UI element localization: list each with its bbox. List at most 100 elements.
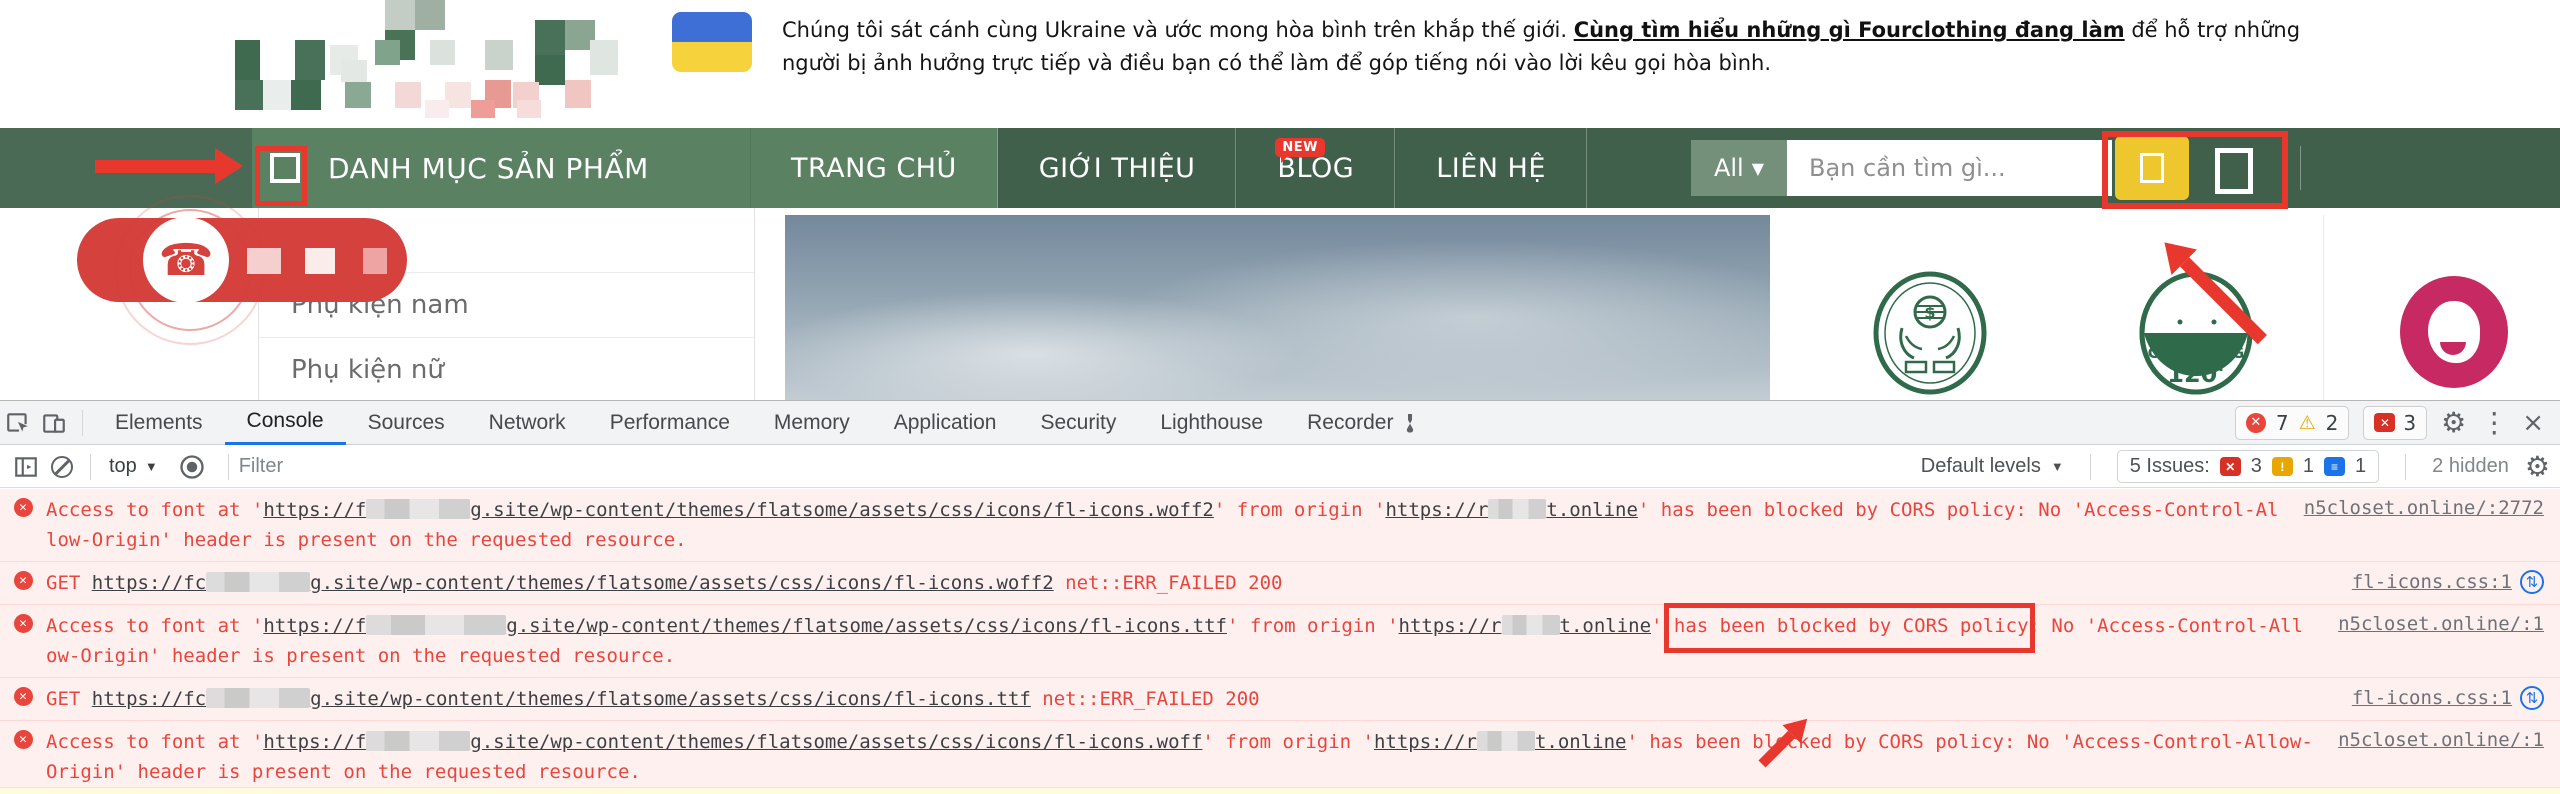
search-scope-dropdown[interactable]: All ▼ <box>1691 140 1787 196</box>
flask-icon <box>1407 413 1414 432</box>
hidden-messages-count: 2 hidden <box>2432 455 2509 477</box>
error-icon: ✕ <box>0 684 46 706</box>
menu-item-1[interactable]: Phụ kiện nữ <box>259 338 754 403</box>
console-url-link[interactable]: https://r <box>1385 499 1488 521</box>
issues-label: 5 Issues: <box>2129 455 2210 477</box>
tab-security[interactable]: Security <box>1018 401 1138 445</box>
console-url-link[interactable]: https://r <box>1399 615 1502 637</box>
tab-application[interactable]: Application <box>872 401 1019 445</box>
redacted-logo <box>235 0 618 118</box>
money-back-badge-icon: $ <box>1873 271 1987 395</box>
tab-network[interactable]: Network <box>467 401 588 445</box>
devtools-tabs: Elements Console Sources Network Performance… <box>93 401 1441 445</box>
console-context-dropdown[interactable]: top ▼ <box>101 455 166 478</box>
tab-console[interactable]: Console <box>224 401 346 445</box>
console-url-link[interactable]: t.online <box>1535 731 1627 753</box>
catalog-label: DANH MỤC SẢN PHẨM <box>328 151 649 185</box>
console-filter-input[interactable] <box>238 449 1809 484</box>
nav-item-2[interactable]: NEW BLOG <box>1236 128 1396 208</box>
console-row-4: ✕ Access to font at 'https://f g.site/wp-c… <box>0 720 2560 793</box>
chat-bubble-icon <box>2428 301 2480 363</box>
broken-cart-icon[interactable] <box>2215 148 2253 194</box>
toolbar-divider <box>82 409 83 436</box>
hero-banner-image[interactable] <box>785 215 1770 400</box>
console-url-link[interactable]: t.online <box>1546 499 1638 521</box>
devtools-settings-icon[interactable]: ⚙ <box>2441 408 2466 437</box>
console-row-3: ✕ GET https://fc g.site/wp-content/themes/… <box>0 677 2560 720</box>
console-url-link[interactable]: t.online <box>1560 615 1652 637</box>
delivery-120-badge-icon: GIAO HÀNG 120' <box>2139 271 2253 395</box>
error-icon: ✕ <box>0 568 46 590</box>
nav-item-0[interactable]: TRANG CHỦ <box>750 128 998 208</box>
source-link[interactable]: n5closet.online/:1 <box>2338 613 2544 635</box>
issues-badge[interactable]: ✕ 3 <box>2363 405 2428 440</box>
console-source: n5closet.online/:2772 <box>2304 495 2560 519</box>
nav-item-1[interactable]: GIỚI THIỆU <box>997 128 1237 208</box>
phone-contact-button[interactable]: ☎ <box>77 195 407 345</box>
issue-error-count: 3 <box>2250 455 2262 477</box>
redacted-phone-number <box>305 248 335 274</box>
issue-warning-icon: ! <box>2271 457 2293 476</box>
console-context-value: top <box>109 455 137 477</box>
nav-item-3[interactable]: LIÊN HỆ <box>1395 128 1587 208</box>
console-sidebar-icon[interactable] <box>8 454 44 480</box>
log-levels-value: Default levels <box>1920 455 2041 477</box>
error-count: 7 <box>2275 410 2289 435</box>
console-row-0: ✕ Access to font at 'https://f g.site/wp-c… <box>0 489 2560 561</box>
navbar-left-block <box>0 128 252 208</box>
tab-performance[interactable]: Performance <box>588 401 752 445</box>
console-url-link[interactable]: https://r <box>1374 731 1477 753</box>
tab-sources[interactable]: Sources <box>346 401 467 445</box>
source-link[interactable]: fl-icons.css:1 <box>2352 571 2512 593</box>
source-link[interactable]: fl-icons.css:1 <box>2352 687 2512 709</box>
console-url-link[interactable]: https://f <box>263 499 366 521</box>
search-input[interactable] <box>1787 140 2112 196</box>
console-url-link[interactable]: g.site/wp-content/themes/flatsome/assets… <box>470 499 1214 521</box>
initiator-chain-icon[interactable]: ⇅ <box>2520 570 2544 594</box>
console-url-link[interactable]: https://fc <box>92 688 206 710</box>
redacted-text <box>366 731 471 751</box>
nav-item-label: TRANG CHỦ <box>791 152 957 184</box>
banner-link[interactable]: Cùng tìm hiểu những gì Fourclothing đang… <box>1574 18 2125 42</box>
tab-lighthouse[interactable]: Lighthouse <box>1138 401 1285 445</box>
console-error-warning-badge[interactable]: ✕ 7 ⚠ 2 <box>2234 405 2350 440</box>
tab-label: Sources <box>367 410 445 434</box>
devtools-close-icon[interactable]: × <box>2522 410 2544 436</box>
console-source: fl-icons.css:1 ⇅ <box>2352 684 2560 710</box>
console-url-link[interactable]: g.site/wp-content/themes/flatsome/assets… <box>310 572 1054 594</box>
device-toolbar-icon[interactable] <box>36 410 72 436</box>
new-badge: NEW <box>1275 138 1326 163</box>
log-levels-dropdown[interactable]: Default levels ▼ <box>1921 455 2064 478</box>
issue-info-count: 1 <box>2355 455 2367 477</box>
issue-info-icon: ≡ <box>2324 457 2346 476</box>
annotation-box-cors-text: has been blocked by CORS policy <box>1673 615 2029 637</box>
console-settings-icon[interactable]: ⚙ <box>2525 452 2550 481</box>
chat-widget-button[interactable] <box>2400 276 2508 388</box>
console-url-link[interactable]: https://f <box>263 615 366 637</box>
chevron-down-icon: ▼ <box>2050 459 2064 474</box>
tab-label: Memory <box>773 410 850 434</box>
console-row-2: ✕ Access to font at 'https://f g.site/wp-c… <box>0 604 2560 677</box>
source-link[interactable]: n5closet.online/:1 <box>2338 729 2544 751</box>
tab-recorder[interactable]: Recorder <box>1285 401 1441 445</box>
devtools-kebab-menu-icon[interactable]: ⋮ <box>2480 408 2508 437</box>
console-url-link[interactable]: https://fc <box>92 572 206 594</box>
console-url-link[interactable]: g.site/wp-content/themes/flatsome/assets… <box>310 688 1031 710</box>
navbar-divider <box>2300 146 2301 190</box>
redacted-text <box>1501 615 1560 635</box>
console-url-link[interactable]: https://f <box>263 731 366 753</box>
live-expression-eye-icon[interactable] <box>174 453 210 481</box>
issues-counter[interactable]: 5 Issues: ✕ 3 ! 1 ≡ 1 <box>2116 450 2380 483</box>
clear-console-icon[interactable] <box>44 455 80 478</box>
error-count-icon: ✕ <box>2245 412 2266 433</box>
issue-warning-count: 1 <box>2302 455 2315 477</box>
inspect-element-icon[interactable] <box>0 410 36 436</box>
initiator-chain-icon[interactable]: ⇅ <box>2520 686 2544 710</box>
search-submit-button[interactable] <box>2115 136 2189 200</box>
console-url-link[interactable]: g.site/wp-content/themes/flatsome/assets… <box>470 731 1202 753</box>
console-url-link[interactable]: g.site/wp-content/themes/flatsome/assets… <box>506 615 1227 637</box>
tab-elements[interactable]: Elements <box>93 401 225 445</box>
source-link[interactable]: n5closet.online/:2772 <box>2304 497 2544 519</box>
tab-memory[interactable]: Memory <box>752 401 872 445</box>
catalog-menu-button[interactable]: DANH MỤC SẢN PHẨM <box>252 128 750 208</box>
